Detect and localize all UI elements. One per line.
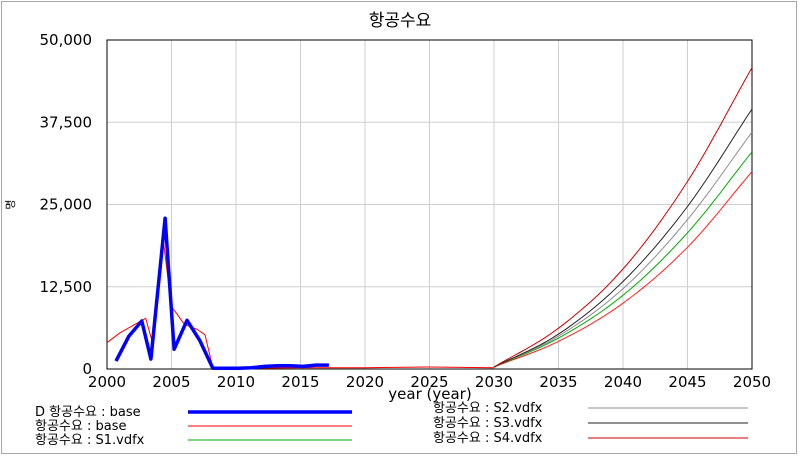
x-tick-label: 2030 <box>475 373 513 391</box>
legend-label: 항공수요 : S3.vdfx <box>433 416 543 431</box>
x-tick-label: 2035 <box>539 373 577 391</box>
tick-labels: 2000 2005 2010 2015 2020 2025 2030 2035 2040 2045… <box>40 31 772 391</box>
x-tick-label: 2010 <box>217 373 255 391</box>
x-tick-label: 2025 <box>410 373 448 391</box>
y-tick-label: 37,500 <box>40 113 93 131</box>
y-tick-label: 0 <box>82 360 92 378</box>
y-tick-label: 25,000 <box>40 196 93 214</box>
x-tick-label: 2005 <box>152 373 190 391</box>
line-chart: 항공수요 명 year (year) 2000 2005 2010 2015 2020 2… <box>4 11 772 448</box>
y-axis-label: 명 <box>4 199 17 209</box>
legend-label: 항공수요 : S4.vdfx <box>433 431 543 446</box>
grid <box>106 39 753 370</box>
x-tick-label: 2015 <box>281 373 319 391</box>
legend: D 항공수요 : base항공수요 : base항공수요 : S1.vdfx 항공… <box>35 401 748 448</box>
x-tick-label: 2045 <box>668 373 706 391</box>
legend-label: 항공수요 : S1.vdfx <box>35 433 145 448</box>
legend-label: 항공수요 : S2.vdfx <box>433 401 543 416</box>
x-tick-label: 2000 <box>88 373 126 391</box>
chart-title: 항공수요 <box>369 11 432 31</box>
x-tick-label: 2050 <box>733 373 771 391</box>
legend-label: D 항공수요 : base <box>35 405 141 420</box>
legend-label: 항공수요 : base <box>35 419 126 434</box>
y-tick-label: 50,000 <box>40 31 93 49</box>
x-tick-label: 2020 <box>346 373 384 391</box>
y-tick-label: 12,500 <box>40 278 93 296</box>
series-line <box>114 216 329 371</box>
x-tick-label: 2040 <box>604 373 642 391</box>
